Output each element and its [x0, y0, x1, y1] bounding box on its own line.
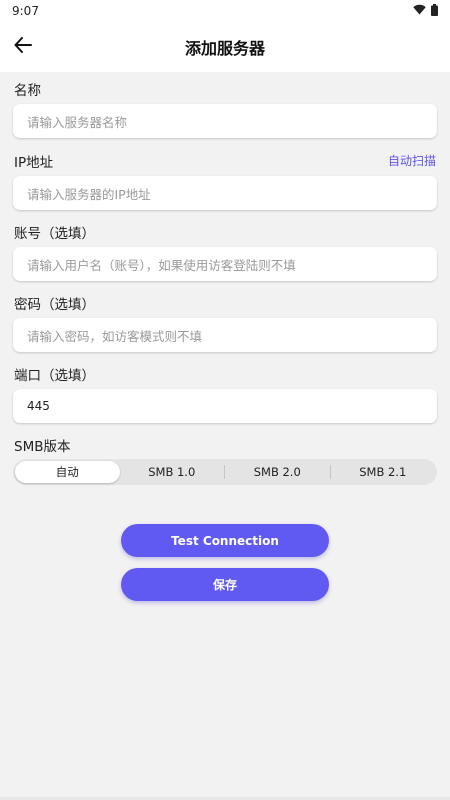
port-input[interactable]: 445 — [13, 389, 437, 423]
smb-option-auto[interactable]: 自动 — [15, 461, 120, 483]
smb-option-1-0[interactable]: SMB 1.0 — [120, 461, 225, 483]
name-label: 名称 — [14, 83, 41, 99]
status-bar: 9:07 — [0, 0, 450, 22]
smb-version-selector: 自动 SMB 1.0 SMB 2.0 SMB 2.1 — [13, 459, 437, 485]
password-label: 密码（选填） — [14, 297, 95, 313]
save-button[interactable]: 保存 — [121, 568, 329, 601]
back-button[interactable] — [10, 34, 36, 60]
page-title: 添加服务器 — [184, 39, 265, 58]
battery-icon — [431, 3, 438, 19]
arrow-left-icon — [14, 37, 32, 57]
status-icons — [413, 3, 438, 19]
app-bar: 添加服务器 — [0, 22, 450, 72]
port-label: 端口（选填） — [14, 368, 95, 384]
status-time: 9:07 — [12, 4, 39, 18]
smb-option-2-0[interactable]: SMB 2.0 — [225, 461, 330, 483]
smb-version-label: SMB版本 — [14, 439, 71, 455]
account-label: 账号（选填） — [14, 226, 95, 242]
server-name-input[interactable]: 请输入服务器名称 — [13, 104, 437, 138]
smb-option-2-1[interactable]: SMB 2.1 — [331, 461, 436, 483]
username-input[interactable]: 请输入用户名（账号），如果使用访客登陆则不填 — [13, 247, 437, 281]
ip-label: IP地址 — [14, 155, 54, 171]
wifi-icon — [413, 4, 426, 18]
test-connection-button[interactable]: Test Connection — [121, 524, 329, 557]
ip-address-input[interactable]: 请输入服务器的IP地址 — [13, 176, 437, 210]
password-input[interactable]: 请输入密码，如访客模式则不填 — [13, 318, 437, 352]
auto-scan-link[interactable]: 自动扫描 — [388, 152, 436, 169]
